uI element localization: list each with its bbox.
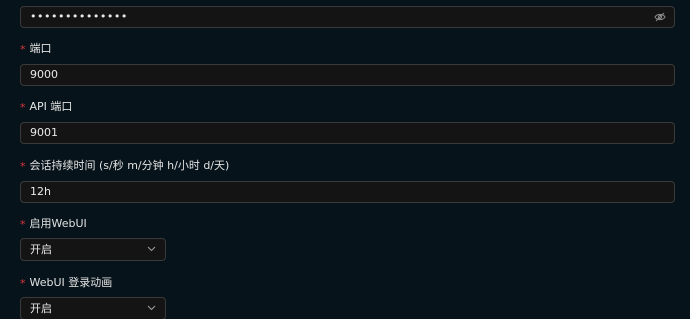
port-input[interactable]: 9000 [20, 64, 675, 86]
eye-slash-icon[interactable] [654, 12, 666, 22]
settings-form: •••••••••••••• * 端口 9000 * API 端口 9001 * 会话… [0, 0, 690, 319]
chevron-down-icon [147, 305, 156, 311]
login-animation-value: 开启 [30, 302, 52, 315]
session-duration-label: * 会话持续时间 (s/秒 m/分钟 h/小时 d/天) [20, 159, 230, 173]
chevron-down-icon [147, 246, 156, 252]
required-mark: * [20, 101, 26, 114]
required-mark: * [20, 160, 26, 173]
password-value: •••••••••••••• [30, 10, 128, 23]
session-duration-input[interactable]: 12h [20, 181, 675, 203]
session-duration-value: 12h [30, 185, 51, 198]
enable-webui-value: 开启 [30, 243, 52, 256]
password-input[interactable]: •••••••••••••• [20, 6, 675, 28]
port-label: * 端口 [20, 42, 52, 56]
required-mark: * [20, 218, 26, 231]
enable-webui-label: * 启用WebUI [20, 217, 87, 231]
required-mark: * [20, 43, 26, 56]
login-animation-label: * WebUI 登录动画 [20, 276, 113, 290]
enable-webui-select[interactable]: 开启 [20, 238, 166, 261]
login-animation-select[interactable]: 开启 [20, 297, 166, 319]
port-value: 9000 [30, 68, 58, 81]
required-mark: * [20, 277, 26, 290]
api-port-label: * API 端口 [20, 100, 73, 114]
api-port-input[interactable]: 9001 [20, 122, 675, 144]
api-port-value: 9001 [30, 126, 58, 139]
